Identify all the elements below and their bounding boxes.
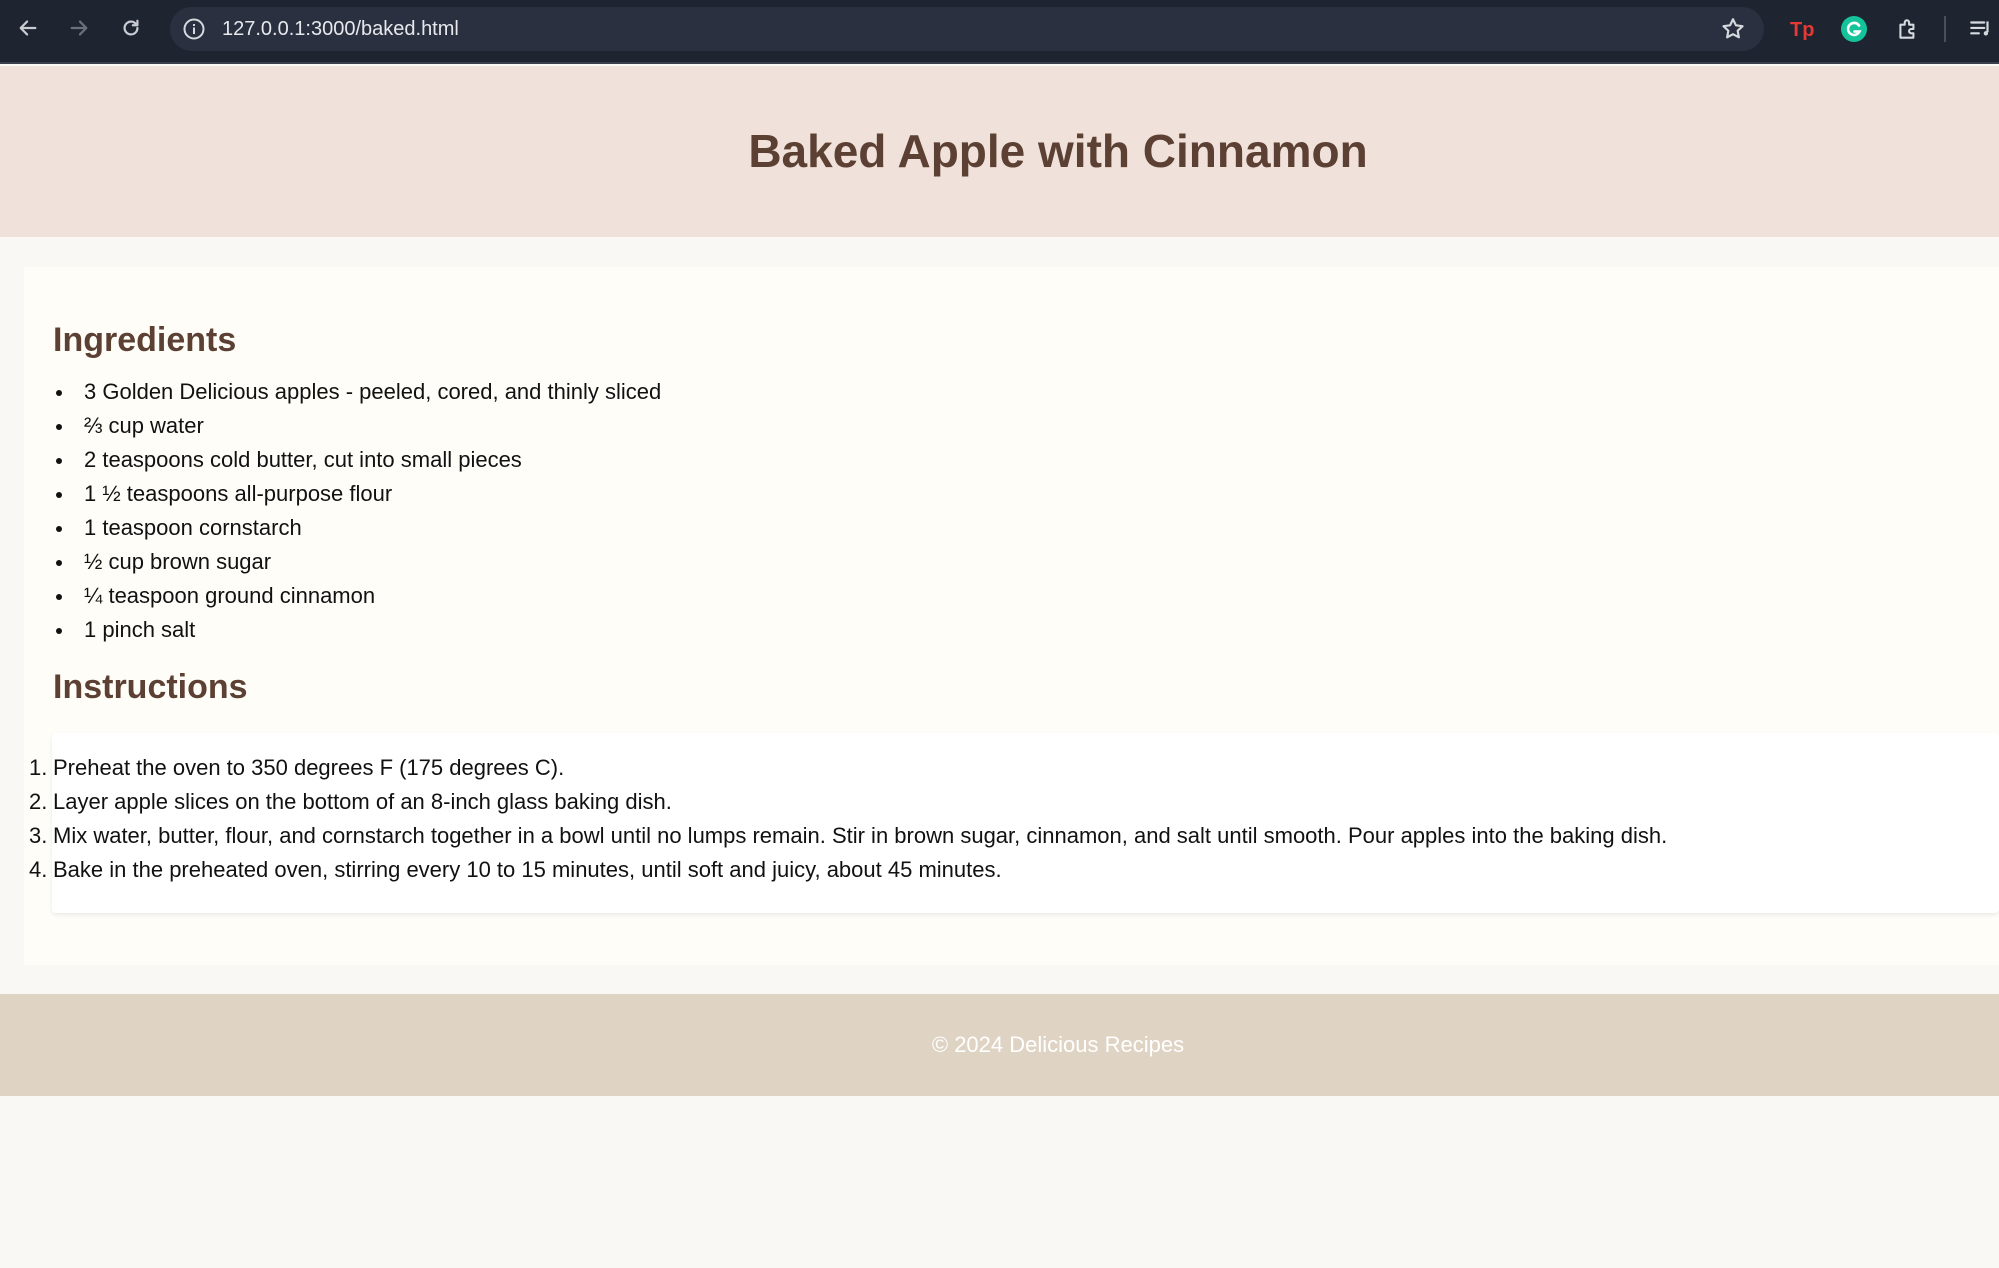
ingredient-item: 2 teaspoons cold butter, cut into small … [53,443,661,477]
instructions-list: 1. Preheat the oven to 350 degrees F (175… [29,751,1667,887]
grammarly-extension-icon[interactable] [1839,14,1869,44]
url-text[interactable]: 127.0.0.1:3000/baked.html [222,7,459,51]
reading-list-icon[interactable] [1966,14,1996,44]
instruction-step: 1. Preheat the oven to 350 degrees F (175… [29,751,1667,785]
instruction-step: 3. Mix water, butter, flour, and cornstar… [29,819,1667,853]
instruction-step: 2. Layer apple slices on the bottom of an… [29,785,1667,819]
step-text: Mix water, butter, flour, and cornstarch… [53,823,1668,848]
page-header: Baked Apple with Cinnamon [0,66,1999,237]
browser-toolbar: 127.0.0.1:3000/baked.html Tp [0,0,1999,64]
instruction-step: 4. Bake in the preheated oven, stirring e… [29,853,1667,887]
tp-extension-icon[interactable]: Tp [1787,14,1817,44]
address-bar[interactable]: 127.0.0.1:3000/baked.html [170,7,1764,51]
step-text: Preheat the oven to 350 degrees F (175 d… [53,755,565,780]
ingredient-item: ½ cup brown sugar [53,545,661,579]
page-footer: © 2024 Delicious Recipes [0,994,1999,1096]
reload-icon[interactable] [115,12,147,44]
ingredients-list: 3 Golden Delicious apples - peeled, core… [53,375,661,647]
ingredient-item: 1 ½ teaspoons all-purpose flour [53,477,661,511]
page-title: Baked Apple with Cinnamon [748,125,1368,177]
instructions-heading: Instructions [53,668,248,706]
toolbar-divider [1944,16,1946,42]
bookmark-star-icon[interactable] [1720,16,1746,42]
step-number: 1. [29,755,48,780]
instructions-panel: 1. Preheat the oven to 350 degrees F (175… [29,733,1999,913]
svg-text:Tp: Tp [1790,19,1814,41]
step-text: Layer apple slices on the bottom of an 8… [53,789,672,814]
ingredient-item: 1 teaspoon cornstarch [53,511,661,545]
ingredient-item: 3 Golden Delicious apples - peeled, core… [53,375,661,409]
forward-arrow-icon[interactable] [63,12,95,44]
step-number: 3. [29,823,48,848]
recipe-content: Ingredients 3 Golden Delicious apples - … [24,267,1999,965]
footer-copyright: © 2024 Delicious Recipes [931,1032,1185,1057]
step-text: Bake in the preheated oven, stirring eve… [53,857,1002,882]
step-number: 4. [29,857,48,882]
ingredient-item: ⅔ cup water [53,409,661,443]
extensions-puzzle-icon[interactable] [1893,14,1923,44]
step-number: 2. [29,789,48,814]
ingredients-heading: Ingredients [53,321,237,359]
site-info-icon[interactable] [182,17,206,41]
ingredient-item: 1 pinch salt [53,613,661,647]
back-arrow-icon[interactable] [12,12,44,44]
ingredient-item: ¼ teaspoon ground cinnamon [53,579,661,613]
